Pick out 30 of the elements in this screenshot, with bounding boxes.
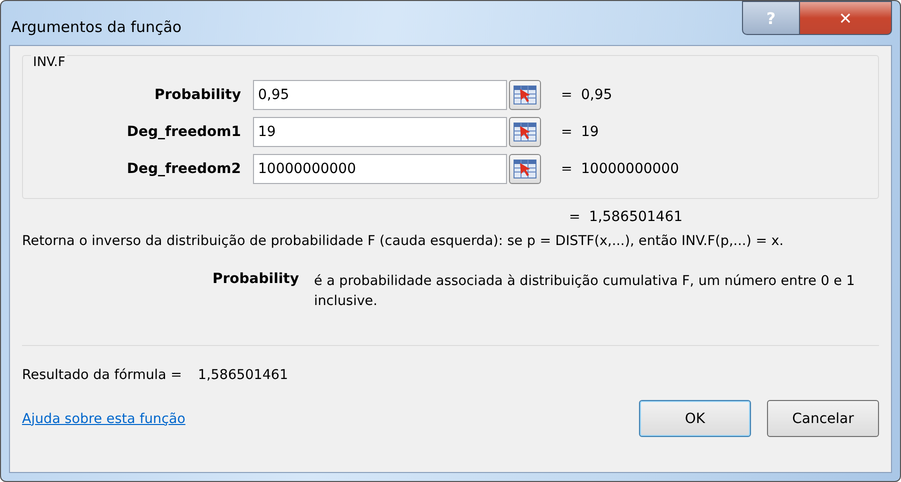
equals-sign: = [561,87,574,103]
argument-label: Probability [154,87,242,103]
input-field[interactable]: 0,95 [253,80,507,110]
equals-sign: = [569,209,582,225]
evaluated-value: 0,95 [581,87,612,103]
evaluated-value: 19 [581,124,599,140]
window-title: Argumentos da função [11,18,182,36]
argument-name: Probability [212,271,300,289]
argument-label: Deg_freedom1 [126,124,242,140]
grid-arrow-icon [513,122,537,142]
result-label: Resultado da fórmula = [22,367,182,383]
evaluated-value: 10000000000 [581,161,679,177]
dialog-button[interactable]: Cancelar [767,400,879,437]
input-field[interactable]: 19 [253,117,507,147]
argument-label: Deg_freedom2 [126,161,242,177]
equals-sign: = [561,161,574,177]
grid-arrow-icon [513,85,537,105]
close-button[interactable]: ✕ [800,1,892,35]
input-field[interactable]: 10000000000 [253,154,507,184]
range-select-button[interactable] [509,80,541,110]
help-link[interactable]: Ajuda sobre esta função [22,410,186,426]
function-description: Retorna o inverso da distribuição de probabilidade F (cauda esquerda): se p = DISTF(x,...), então INV.F(p,...) = x. [22,233,785,249]
dialog-button[interactable]: OK [639,400,751,437]
equals-sign: = [561,124,574,140]
argument-description: é a probabilidade associada à distribuição cumulativa F, um número entre 0 e 1 inclusive. [314,272,856,311]
grid-arrow-icon [513,159,537,179]
range-select-button[interactable] [509,117,541,147]
range-select-button[interactable] [509,154,541,184]
result-value: 1,586501461 [198,367,288,383]
result-value: 1,586501461 [589,209,683,225]
